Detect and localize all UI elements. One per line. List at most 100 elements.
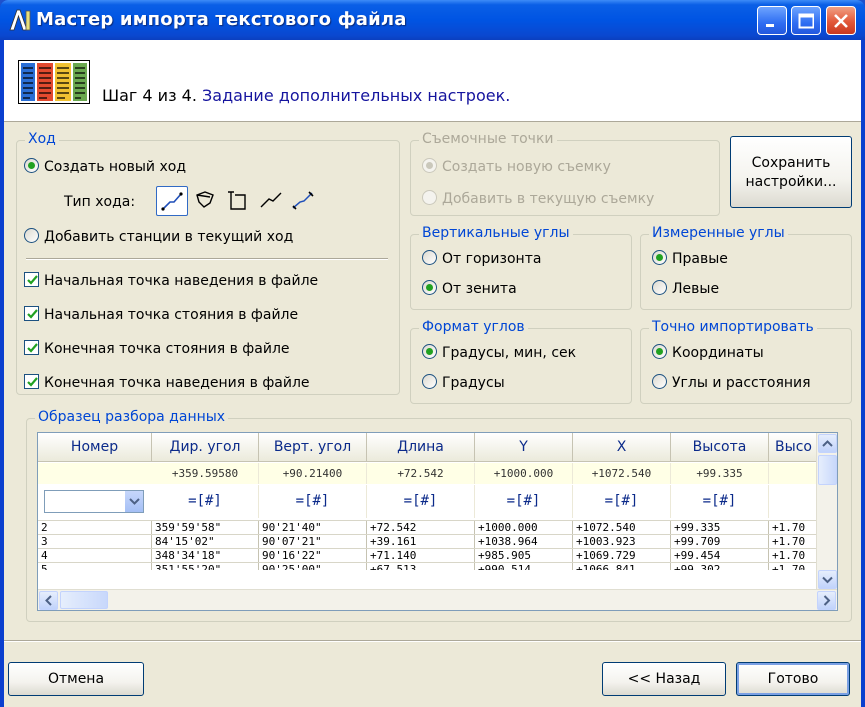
save-settings-line1: Сохранить (751, 155, 831, 171)
minimize-button[interactable] (757, 6, 787, 35)
check-end-foresight[interactable]: Конечная точка наведения в файле (24, 374, 310, 391)
back-label: << Назад (627, 671, 701, 687)
column-header[interactable]: X (573, 433, 671, 462)
add-stations-label: Добавить станции в текущий ход (44, 229, 294, 245)
window-title: Мастер импорта текстового файла (36, 9, 407, 30)
separator-marker[interactable]: =[#] (475, 485, 573, 518)
separator-marker[interactable]: =[#] (671, 485, 769, 518)
maximize-button[interactable] (791, 6, 821, 35)
traverse-divider (26, 258, 388, 260)
from-zenith-label: От зенита (442, 281, 517, 297)
coords-radio[interactable]: Координаты (652, 344, 764, 361)
traverse-type-open-button[interactable] (156, 186, 188, 216)
footer-divider (4, 640, 861, 642)
check-start-backsight[interactable]: Начальная точка наведения в файле (24, 272, 318, 289)
column-header[interactable]: Высота (671, 433, 769, 462)
closed-traverse-icon (196, 191, 214, 208)
table-cell: +67.513 (367, 563, 475, 570)
from-horizon-label: От горизонта (442, 251, 542, 267)
checkbox-checked-icon (24, 306, 39, 321)
angles-distances-radio[interactable]: Углы и расстояния (652, 374, 811, 391)
open-traverse-icon (161, 192, 183, 211)
close-icon (834, 14, 848, 28)
horizontal-scrollbar[interactable] (38, 589, 837, 610)
table-cell: +990.514 (475, 563, 573, 570)
table-cell: 90'25'00" (259, 563, 367, 570)
scroll-down-button[interactable] (818, 570, 837, 589)
parsed-value: +99.335 (671, 463, 769, 484)
title-bar[interactable]: Мастер импорта текстового файла (0, 0, 865, 40)
create-survey-radio[interactable]: Создать новую съемку (422, 158, 611, 175)
column-mapping-dropdown[interactable] (44, 490, 144, 513)
column-header[interactable]: Верт. угол (259, 433, 367, 462)
cancel-button[interactable]: Отмена (8, 662, 144, 696)
close-button[interactable] (826, 6, 856, 35)
column-header[interactable]: Номер (38, 433, 152, 462)
chevron-up-icon (822, 440, 833, 447)
from-zenith-radio[interactable]: От зенита (422, 280, 517, 297)
scroll-right-button[interactable] (817, 591, 836, 610)
separator-marker[interactable]: =[#] (573, 485, 671, 518)
add-stations-radio[interactable]: Добавить станции в текущий ход (24, 228, 293, 245)
separator-marker[interactable]: =[#] (152, 485, 259, 518)
column-header[interactable]: Высо (769, 433, 819, 462)
table-cell: 3 (38, 535, 152, 548)
vertical-scrollbar[interactable] (816, 433, 837, 591)
column-header[interactable]: Дир. угол (152, 433, 259, 462)
scroll-left-button[interactable] (39, 591, 58, 610)
table-cell: +99.302 (671, 563, 769, 570)
finish-label: Готово (767, 671, 819, 687)
create-new-traverse-label: Создать новый ход (44, 159, 187, 175)
import-exact-group: Точно импортировать (640, 319, 852, 404)
save-settings-line2: настройки... (745, 174, 837, 190)
finish-button[interactable]: Готово (736, 662, 850, 696)
column-header[interactable]: Длина (367, 433, 475, 462)
separator-marker[interactable]: =[#] (259, 485, 367, 518)
traverse-type-free-button[interactable] (256, 186, 288, 216)
traverse-type-closed-button[interactable] (190, 186, 222, 216)
left-angles-radio[interactable]: Левые (652, 280, 719, 297)
dropdown-arrow[interactable] (124, 491, 143, 512)
radio-on-icon (422, 344, 437, 359)
add-survey-label: Добавить в текущую съемку (442, 191, 655, 207)
check-start-station[interactable]: Начальная точка стояния в файле (24, 306, 298, 323)
traverse-type-rect-button[interactable] (222, 186, 254, 216)
table-cell: +1000.000 (475, 521, 573, 534)
dms-label: Градусы, мин, сек (442, 345, 577, 361)
table-cell: 90'16'22" (259, 549, 367, 562)
parsed-value: +90.21400 (259, 463, 367, 484)
table-cell: +1.70 (769, 563, 819, 570)
add-survey-radio[interactable]: Добавить в текущую съемку (422, 190, 654, 207)
traverse-type-label: Тип хода: (64, 194, 136, 210)
table-cell: 90'21'40" (259, 521, 367, 534)
table-cell: +1.70 (769, 535, 819, 548)
column-header[interactable]: Y (475, 433, 573, 462)
chevron-right-icon (823, 595, 831, 606)
traverse-type-linked-button[interactable] (288, 186, 320, 216)
rect-traverse-icon (228, 191, 246, 210)
import-wizard-window: Мастер импорта текстового файла Шаг 4 из… (0, 0, 865, 707)
separator-marker[interactable]: =[#] (367, 485, 475, 518)
checkbox-checked-icon (24, 272, 39, 287)
back-button[interactable]: << Назад (602, 662, 726, 696)
right-angles-label: Правые (672, 251, 728, 267)
vertical-scroll-thumb[interactable] (818, 455, 837, 485)
create-new-traverse-radio[interactable]: Создать новый ход (24, 158, 186, 175)
scroll-up-button[interactable] (818, 434, 837, 453)
sample-grid[interactable]: Номер Дир. угол Верт. угол Длина Y X Выс… (37, 432, 838, 611)
right-angles-radio[interactable]: Правые (652, 250, 728, 267)
save-settings-button[interactable]: Сохранить настройки... (730, 136, 852, 208)
dialog-client: Шаг 4 из 4. Задание дополнительных настр… (4, 40, 861, 707)
step-number: Шаг 4 из 4. (102, 86, 197, 105)
radio-on-icon (652, 250, 667, 265)
table-cell: +1069.729 (573, 549, 671, 562)
check-end-station[interactable]: Конечная точка стояния в файле (24, 340, 290, 357)
import-exact-title: Точно импортировать (649, 319, 817, 335)
degrees-radio[interactable]: Градусы (422, 374, 505, 391)
table-cell: +39.161 (367, 535, 475, 548)
cancel-label: Отмена (47, 671, 105, 687)
checkbox-checked-icon (24, 374, 39, 389)
horizontal-scroll-thumb[interactable] (60, 591, 108, 609)
dms-radio[interactable]: Градусы, мин, сек (422, 344, 576, 361)
from-horizon-radio[interactable]: От горизонта (422, 250, 541, 267)
